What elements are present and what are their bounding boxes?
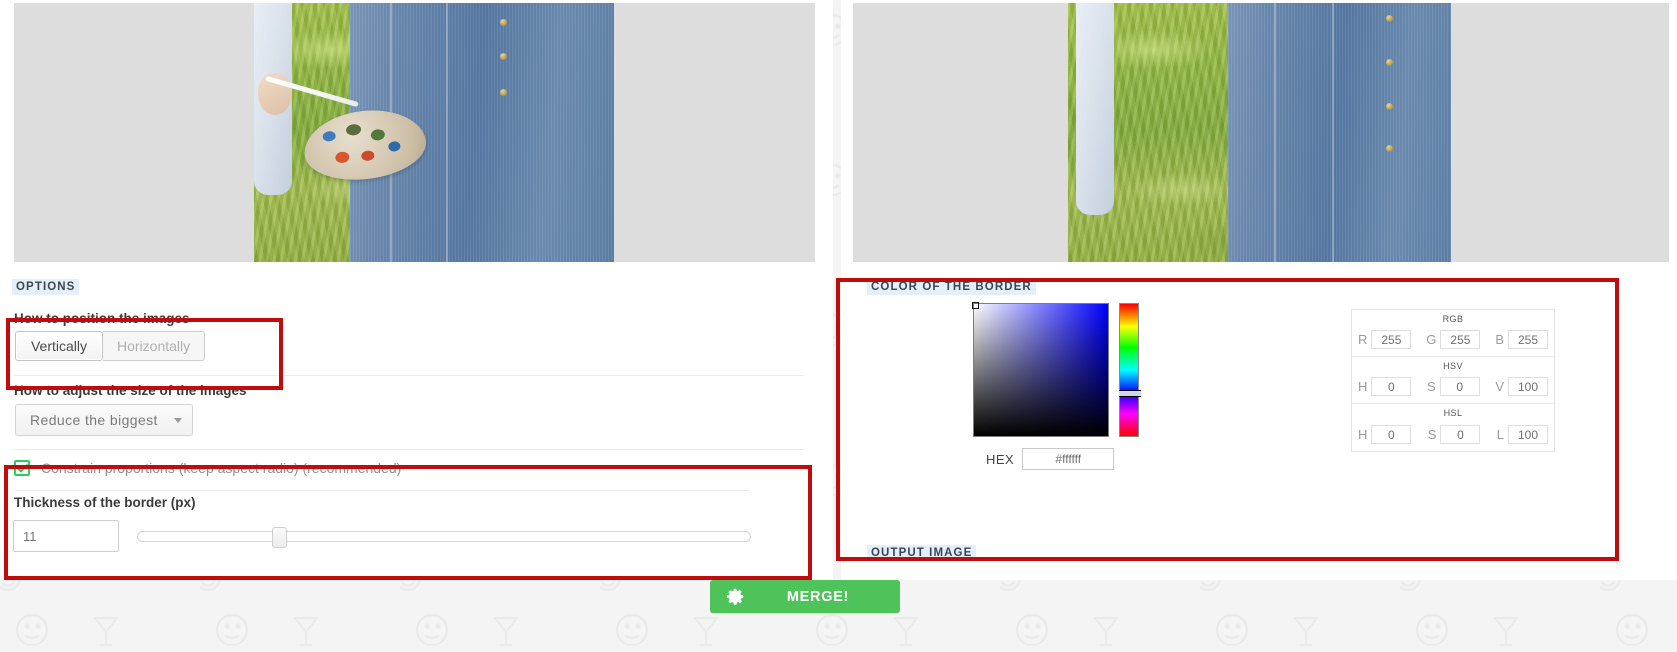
hsv-row: HSV H S V <box>1352 357 1554 404</box>
hsv-s-label: S <box>1427 379 1436 394</box>
position-button-horizontally-label: Horizontally <box>117 338 191 354</box>
constrain-proportions-label: Constrain proportions (keep aspect radio… <box>41 460 402 476</box>
divider <box>14 449 804 450</box>
saturation-value-cursor[interactable] <box>972 302 979 309</box>
position-button-vertically-label: Vertically <box>30 338 88 354</box>
hue-cursor[interactable] <box>1119 390 1141 398</box>
r-label: R <box>1358 332 1368 347</box>
preview-canvas-left <box>14 3 815 262</box>
constrain-proportions-checkbox[interactable] <box>14 460 30 476</box>
hex-row: HEX <box>986 448 1115 470</box>
hsv-h-label: H <box>1358 379 1368 394</box>
saturation-value-square[interactable] <box>972 302 1109 437</box>
hsv-v-label: V <box>1495 379 1504 394</box>
page-root: OPTIONS How to position the images Verti… <box>0 0 1677 652</box>
r-input[interactable] <box>1371 330 1412 349</box>
divider <box>14 490 749 491</box>
check-icon <box>16 463 28 472</box>
divider <box>14 375 804 376</box>
hsl-l-label: L <box>1496 427 1504 442</box>
image-preview-strip <box>0 0 1677 268</box>
hsl-s-input[interactable] <box>1440 425 1481 444</box>
hex-label: HEX <box>986 451 1015 467</box>
position-button-vertically[interactable]: Vertically <box>15 331 103 361</box>
hsl-row: HSL H S L <box>1352 404 1554 451</box>
rgb-row: RGB R G B <box>1352 310 1554 357</box>
hsv-h-input[interactable] <box>1371 377 1412 396</box>
hsl-group-title: HSL <box>1443 408 1463 418</box>
hsl-l-input[interactable] <box>1507 425 1548 444</box>
g-label: G <box>1426 332 1437 347</box>
g-input[interactable] <box>1440 330 1481 349</box>
size-label: How to adjust the size of the images <box>14 383 247 398</box>
options-section-title: OPTIONS <box>12 279 80 295</box>
position-label: How to position the images <box>14 311 190 326</box>
options-panel: OPTIONS How to position the images Verti… <box>0 268 833 580</box>
merge-button[interactable]: MERGE! <box>710 580 900 613</box>
thickness-label: Thickness of the border (px) <box>14 495 196 510</box>
color-section-title: COLOR OF THE BORDER <box>867 279 1036 295</box>
photo-shirt-sleeve <box>1076 3 1114 216</box>
preview-image-right <box>1068 3 1451 262</box>
constrain-proportions-row[interactable]: Constrain proportions (keep aspect radio… <box>14 460 401 476</box>
b-label: B <box>1495 332 1504 347</box>
border-color-panel: COLOR OF THE BORDER HEX RGB R <box>841 268 1677 526</box>
output-section-title: OUTPUT IMAGE <box>867 545 977 561</box>
output-image-panel: OUTPUT IMAGE <box>841 526 1677 580</box>
hsv-s-input[interactable] <box>1439 377 1480 396</box>
color-values-panel: RGB R G B <box>1351 309 1555 452</box>
thickness-slider-track[interactable] <box>137 531 751 542</box>
hsv-group-title: HSV <box>1443 361 1463 371</box>
thickness-input[interactable] <box>13 520 119 552</box>
preview-canvas-right <box>853 3 1669 262</box>
preview-pane-left[interactable] <box>0 0 833 268</box>
size-select-value: Reduce the biggest <box>30 412 158 428</box>
b-input[interactable] <box>1508 330 1548 349</box>
rgb-group-title: RGB <box>1442 314 1464 324</box>
hsl-h-label: H <box>1358 427 1368 442</box>
size-select[interactable]: Reduce the biggest <box>15 404 193 436</box>
hex-input[interactable] <box>1022 448 1115 470</box>
hsl-s-label: S <box>1427 427 1437 442</box>
hue-strip[interactable] <box>1119 303 1141 437</box>
preview-image-left <box>254 3 614 262</box>
hsl-h-input[interactable] <box>1371 425 1412 444</box>
gear-icon <box>726 588 744 605</box>
photo-child-figure <box>1228 3 1451 262</box>
position-button-horizontally[interactable]: Horizontally <box>103 331 206 361</box>
photo-denim-overalls <box>1228 3 1451 262</box>
position-toggle-group: Vertically Horizontally <box>15 331 206 361</box>
thickness-slider[interactable] <box>137 527 751 548</box>
preview-pane-right[interactable] <box>841 0 1677 268</box>
chevron-down-icon <box>173 417 182 423</box>
hsv-v-input[interactable] <box>1507 377 1548 396</box>
thickness-control-row <box>13 520 751 552</box>
thickness-slider-thumb[interactable] <box>272 527 288 548</box>
